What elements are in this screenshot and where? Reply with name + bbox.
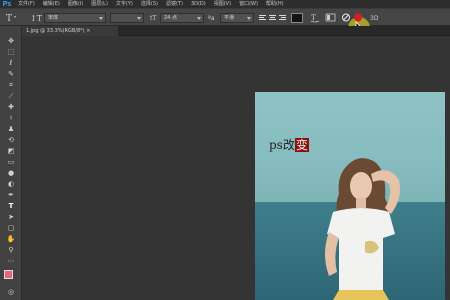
- antialias-icon: ªa: [208, 12, 220, 23]
- eyedropper-tool-icon[interactable]: ⟋: [5, 92, 17, 101]
- chevron-down-icon: [137, 16, 141, 20]
- font-family-select[interactable]: 宋体: [44, 13, 106, 23]
- font-style-select[interactable]: [110, 13, 144, 23]
- chevron-down-icon: [99, 16, 103, 20]
- clone-stamp-tool-icon[interactable]: ♟: [5, 125, 17, 134]
- menu-edit[interactable]: 编辑(E): [39, 0, 64, 8]
- menu-image[interactable]: 图像(I): [64, 0, 87, 8]
- 3d-text-icon[interactable]: 3D: [370, 12, 382, 23]
- healing-brush-tool-icon[interactable]: ✚: [5, 103, 17, 112]
- font-family-value: 宋体: [48, 15, 59, 21]
- foreground-color-swatch[interactable]: [4, 270, 13, 279]
- cancel-icon[interactable]: [341, 12, 351, 23]
- eraser-tool-icon[interactable]: ◩: [5, 147, 17, 156]
- warp-text-icon[interactable]: T: [310, 12, 320, 23]
- overlay-text[interactable]: ps改变: [269, 136, 309, 153]
- move-tool-icon[interactable]: ✥: [5, 37, 17, 46]
- svg-text:tT: tT: [150, 15, 156, 22]
- antialias-select[interactable]: 平滑: [220, 13, 254, 23]
- tools-panel: ✥ ⬚ ℓ ✎ ⌗ ⟋ ✚ ⟊ ♟ ⟲ ◩ ▭ ● ◐ ✒ T ➤ ▢ ✋ ⚲ …: [0, 26, 22, 300]
- svg-text:↕T: ↕T: [30, 14, 42, 23]
- chevron-down-icon: [247, 16, 251, 20]
- photo-person: [325, 158, 400, 300]
- character-panel-icon[interactable]: [325, 12, 336, 23]
- text-color-swatch[interactable]: [291, 13, 303, 23]
- menu-window[interactable]: 窗口(W): [235, 0, 262, 8]
- text-color-fill: [292, 14, 302, 22]
- options-bar: T ↕T 宋体 tT 24 点 ªa 平滑 T 3D: [0, 8, 450, 39]
- font-size-icon: tT: [150, 12, 160, 23]
- svg-text:3D: 3D: [370, 15, 379, 22]
- menu-items: 文件(F) 编辑(E) 图像(I) 图层(L) 文字(Y) 选择(S) 滤镜(T…: [14, 0, 288, 8]
- menu-layer[interactable]: 图层(L): [87, 0, 112, 8]
- path-selection-tool-icon[interactable]: ➤: [5, 213, 17, 222]
- antialias-value: 平滑: [224, 15, 235, 21]
- menu-filter[interactable]: 滤镜(T): [162, 0, 187, 8]
- quick-mask-icon[interactable]: ◎: [5, 288, 17, 297]
- text-orientation-icon[interactable]: ↕T: [30, 12, 43, 23]
- blur-tool-icon[interactable]: ●: [5, 169, 17, 178]
- font-size-field[interactable]: 24 点: [160, 13, 204, 23]
- brush-tool-icon[interactable]: ⟊: [5, 114, 17, 123]
- more-tools-icon[interactable]: ⋯: [5, 257, 17, 266]
- document-tab-bar: 1.jpg @ 33.3%(RGB/8*) ×: [22, 26, 450, 36]
- menu-bar: Ps 文件(F) 编辑(E) 图像(I) 图层(L) 文字(Y) 选择(S) 滤…: [0, 0, 450, 8]
- lasso-tool-icon[interactable]: ℓ: [5, 59, 17, 68]
- dodge-tool-icon[interactable]: ◐: [5, 180, 17, 189]
- menu-select[interactable]: 选择(S): [137, 0, 162, 8]
- menu-3d[interactable]: 3D(D): [187, 0, 210, 8]
- menu-file[interactable]: 文件(F): [14, 0, 39, 8]
- svg-text:ªa: ªa: [208, 15, 215, 22]
- align-left-icon[interactable]: [258, 12, 267, 23]
- menu-view[interactable]: 视图(V): [210, 0, 235, 8]
- align-center-icon[interactable]: [268, 12, 277, 23]
- svg-text:T: T: [311, 14, 316, 22]
- photoshop-logo: Ps: [2, 0, 12, 8]
- menu-type[interactable]: 文字(Y): [112, 0, 137, 8]
- svg-text:T: T: [6, 14, 12, 23]
- overlay-text-prefix: ps改: [269, 138, 295, 152]
- hand-tool-icon[interactable]: ✋: [5, 235, 17, 244]
- overlay-text-selected: 变: [294, 138, 309, 152]
- crop-tool-icon[interactable]: ⌗: [5, 81, 17, 90]
- quick-select-tool-icon[interactable]: ✎: [5, 70, 17, 79]
- font-size-value: 24 点: [164, 15, 177, 21]
- zoom-tool-icon[interactable]: ⚲: [5, 246, 17, 255]
- history-brush-tool-icon[interactable]: ⟲: [5, 136, 17, 145]
- shape-tool-icon[interactable]: ▢: [5, 224, 17, 233]
- document-tab[interactable]: 1.jpg @ 33.3%(RGB/8*) ×: [22, 26, 118, 36]
- menu-help[interactable]: 帮助(H): [262, 0, 288, 8]
- align-right-icon[interactable]: [278, 12, 287, 23]
- gradient-tool-icon[interactable]: ▭: [5, 158, 17, 167]
- pen-tool-icon[interactable]: ✒: [5, 191, 17, 200]
- type-tool-icon[interactable]: T: [5, 202, 17, 211]
- marquee-tool-icon[interactable]: ⬚: [5, 48, 17, 57]
- type-tool-preset-icon[interactable]: T: [5, 12, 17, 24]
- document-image[interactable]: ps改变: [255, 92, 445, 300]
- chevron-down-icon: [197, 16, 201, 20]
